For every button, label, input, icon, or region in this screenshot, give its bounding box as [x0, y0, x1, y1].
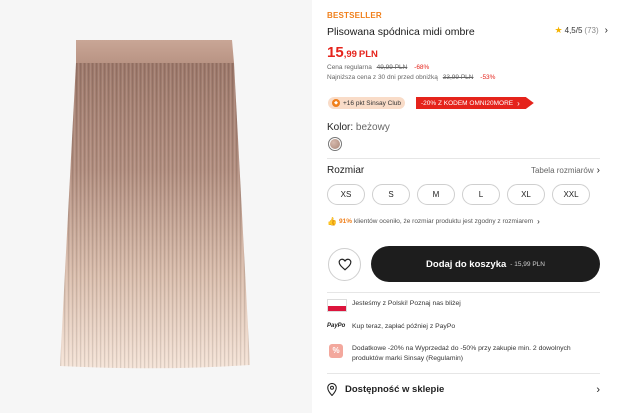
- rating-summary[interactable]: ★ 4,5/5 (73) ›: [555, 25, 608, 36]
- color-label: Kolor: beżowy: [327, 122, 390, 133]
- skirt-illustration: [0, 0, 312, 413]
- fit-percent: 91%: [338, 218, 352, 225]
- chevron-right-icon: ›: [537, 217, 540, 226]
- club-icon: ◆: [332, 99, 340, 107]
- add-to-cart-label: Dodaj do koszyka: [426, 258, 507, 270]
- size-table-label: Tabela rozmiarów: [530, 166, 594, 175]
- regular-discount: -68%: [414, 64, 430, 71]
- product-details-panel: BESTSELLER Plisowana spódnica midi ombre…: [327, 0, 610, 413]
- size-fit-info[interactable]: 👍 91% klientów oceniło, że rozmiar produ…: [327, 217, 540, 226]
- size-label: Rozmiar: [327, 165, 365, 176]
- review-count: (73): [584, 26, 599, 35]
- divider: [327, 373, 600, 374]
- color-value: beżowy: [355, 122, 390, 133]
- thumbs-up-icon: 👍: [327, 217, 337, 226]
- price-integer: 15: [327, 44, 344, 61]
- store-availability-label: Dostępność w sklepie: [345, 384, 445, 395]
- size-option-xs[interactable]: XS: [327, 184, 365, 205]
- lowest-price: 33,99 PLN: [442, 74, 474, 81]
- paypo-logo: PayPo: [327, 323, 346, 329]
- color-swatch-beige[interactable]: [328, 137, 342, 151]
- divider: [327, 158, 600, 159]
- lowest-price-row: Najniższa cena z 30 dni przed obniżką 33…: [327, 74, 495, 81]
- info-extra-text: Dodatkowe -20% na Wyprzedaż do -50% przy…: [352, 345, 571, 362]
- add-to-cart-price: - 15,99 PLN: [510, 260, 545, 268]
- fit-text: klientów oceniło, że rozmiar produktu je…: [353, 218, 534, 225]
- chevron-right-icon: ›: [604, 25, 608, 36]
- lowest-discount: -53%: [480, 74, 496, 81]
- info-paypo[interactable]: PayPo Kup teraz, zapłać później z PayPo: [327, 322, 455, 332]
- add-to-cart-button[interactable]: Dodaj do koszyka - 15,99 PLN: [371, 246, 600, 282]
- product-title: Plisowana spódnica midi ombre: [327, 26, 475, 38]
- heart-icon: [338, 258, 351, 271]
- location-pin-icon: [327, 383, 337, 396]
- regular-price: 49,99 PLN: [376, 64, 408, 71]
- regular-price-label: Cena regularna: [327, 64, 372, 71]
- club-label: +16 pkt Sinsay Club: [343, 99, 401, 107]
- price-currency: PLN: [358, 49, 378, 60]
- product-image[interactable]: [0, 0, 312, 413]
- color-label-text: Kolor:: [327, 122, 354, 133]
- store-availability[interactable]: Dostępność w sklepie ›: [327, 383, 600, 396]
- size-option-m[interactable]: M: [417, 184, 455, 205]
- info-polish-brand[interactable]: Jesteśmy z Polski! Poznaj nas bliżej: [327, 299, 461, 312]
- chevron-right-icon: ›: [596, 383, 600, 396]
- current-price: 15,99 PLN: [327, 44, 378, 62]
- add-to-wishlist-button[interactable]: [328, 248, 361, 281]
- size-options: XS S M L XL XXL: [327, 184, 590, 205]
- promo-code-label: -20% Z KODEM OMNI20MORE: [421, 99, 514, 107]
- info-polish-text: Jesteśmy z Polski! Poznaj nas bliżej: [352, 300, 461, 307]
- chevron-right-icon: ›: [596, 165, 600, 176]
- size-option-xl[interactable]: XL: [507, 184, 545, 205]
- skirt-waistband: [76, 40, 234, 63]
- sinsay-club-points[interactable]: ◆ +16 pkt Sinsay Club: [328, 97, 405, 109]
- info-extra-discount[interactable]: Dodatkowe -20% na Wyprzedaż do -50% przy…: [327, 344, 582, 364]
- size-option-xxl[interactable]: XXL: [552, 184, 590, 205]
- price-decimal: ,99: [343, 49, 357, 60]
- bestseller-badge: BESTSELLER: [327, 11, 382, 20]
- lowest-price-label: Najniższa cena z 30 dni przed obniżką: [327, 74, 438, 81]
- size-table-link[interactable]: Tabela rozmiarów ›: [531, 165, 600, 176]
- size-option-l[interactable]: L: [462, 184, 500, 205]
- info-paypo-text: Kup teraz, zapłać później z PayPo: [352, 323, 456, 330]
- regular-price-row: Cena regularna 49,99 PLN -68%: [327, 64, 429, 71]
- promo-code-banner[interactable]: -20% Z KODEM OMNI20MORE ›: [416, 97, 534, 109]
- gift-percent-icon: [327, 344, 347, 358]
- star-icon: ★: [554, 25, 563, 35]
- divider: [327, 292, 600, 293]
- size-option-s[interactable]: S: [372, 184, 410, 205]
- chevron-right-icon: ›: [517, 98, 520, 108]
- poland-flag-icon: [327, 299, 347, 312]
- rating-value: 4,5/5: [564, 26, 583, 35]
